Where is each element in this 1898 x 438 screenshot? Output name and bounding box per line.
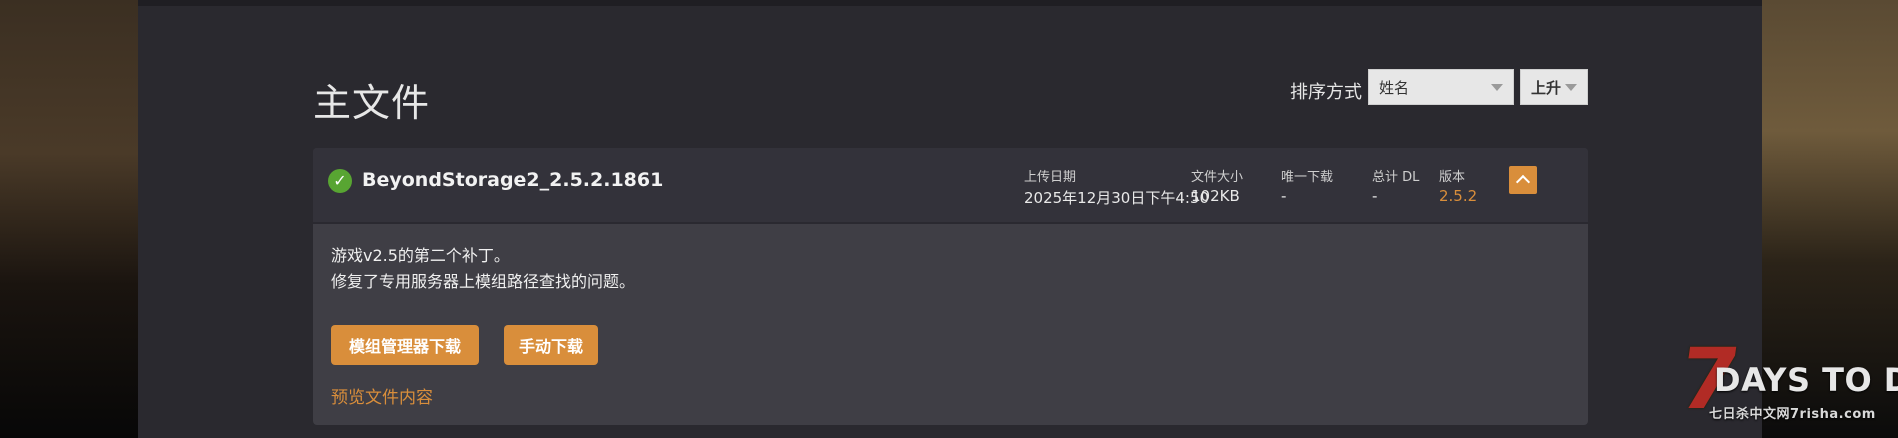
manual-download-button[interactable]: 手动下载	[504, 325, 598, 365]
collapse-button[interactable]	[1509, 166, 1537, 194]
upload-date-value: 2025年12月30日下午4:50	[1024, 189, 1210, 207]
logo-subtitle: 七日杀中文网7risha.com	[1709, 407, 1876, 422]
file-header[interactable]: ✓ BeyondStorage2_2.5.2.1861 上传日期 2025年12…	[313, 148, 1588, 224]
total-downloads-label: 总计 DL	[1372, 170, 1420, 185]
file-size: 文件大小 102KB	[1191, 166, 1243, 205]
chevron-down-icon	[1565, 84, 1577, 91]
version-value: 2.5.2	[1439, 187, 1478, 205]
total-downloads-value: -	[1372, 187, 1378, 205]
description-line: 游戏v2.5的第二个补丁。	[331, 246, 510, 265]
sort-by-select[interactable]: 姓名	[1368, 69, 1514, 105]
background-left	[0, 0, 140, 438]
total-downloads: 总计 DL -	[1372, 166, 1419, 205]
chevron-up-icon	[1515, 174, 1531, 190]
file-description: 游戏v2.5的第二个补丁。 修复了专用服务器上模组路径查找的问题。	[331, 243, 635, 295]
upload-date: 上传日期 2025年12月30日下午4:50	[1024, 166, 1209, 208]
unique-downloads-value: -	[1281, 187, 1287, 205]
main-content: 主文件 排序方式 姓名 上升 ✓ BeyondStorage2_2.5.2.18…	[138, 0, 1762, 438]
sort-order-value: 上升	[1531, 78, 1562, 97]
preview-file-contents-link[interactable]: 预览文件内容	[331, 383, 433, 408]
file-name: BeyondStorage2_2.5.2.1861	[362, 169, 664, 191]
check-circle-icon: ✓	[328, 169, 352, 193]
version: 版本 2.5.2	[1439, 166, 1477, 205]
upload-date-label: 上传日期	[1024, 170, 1077, 185]
mod-manager-download-button[interactable]: 模组管理器下载	[331, 325, 479, 365]
section-title: 主文件	[313, 81, 431, 125]
file-card: ✓ BeyondStorage2_2.5.2.1861 上传日期 2025年12…	[313, 148, 1588, 425]
logo-title: DAYS TO DIE	[1714, 361, 1898, 399]
watermark-logo: 7 DAYS TO DIE 七日杀中文网7risha.com	[1673, 330, 1898, 428]
unique-downloads: 唯一下载 -	[1281, 166, 1333, 205]
file-size-value: 102KB	[1191, 187, 1240, 205]
file-size-label: 文件大小	[1191, 170, 1244, 185]
chevron-down-icon	[1491, 84, 1503, 91]
version-label: 版本	[1439, 170, 1466, 185]
unique-downloads-label: 唯一下载	[1281, 170, 1334, 185]
sort-label: 排序方式	[1290, 82, 1362, 103]
sort-order-select[interactable]: 上升	[1520, 69, 1588, 105]
sort-by-value: 姓名	[1379, 78, 1410, 97]
description-line: 修复了专用服务器上模组路径查找的问题。	[331, 272, 636, 291]
